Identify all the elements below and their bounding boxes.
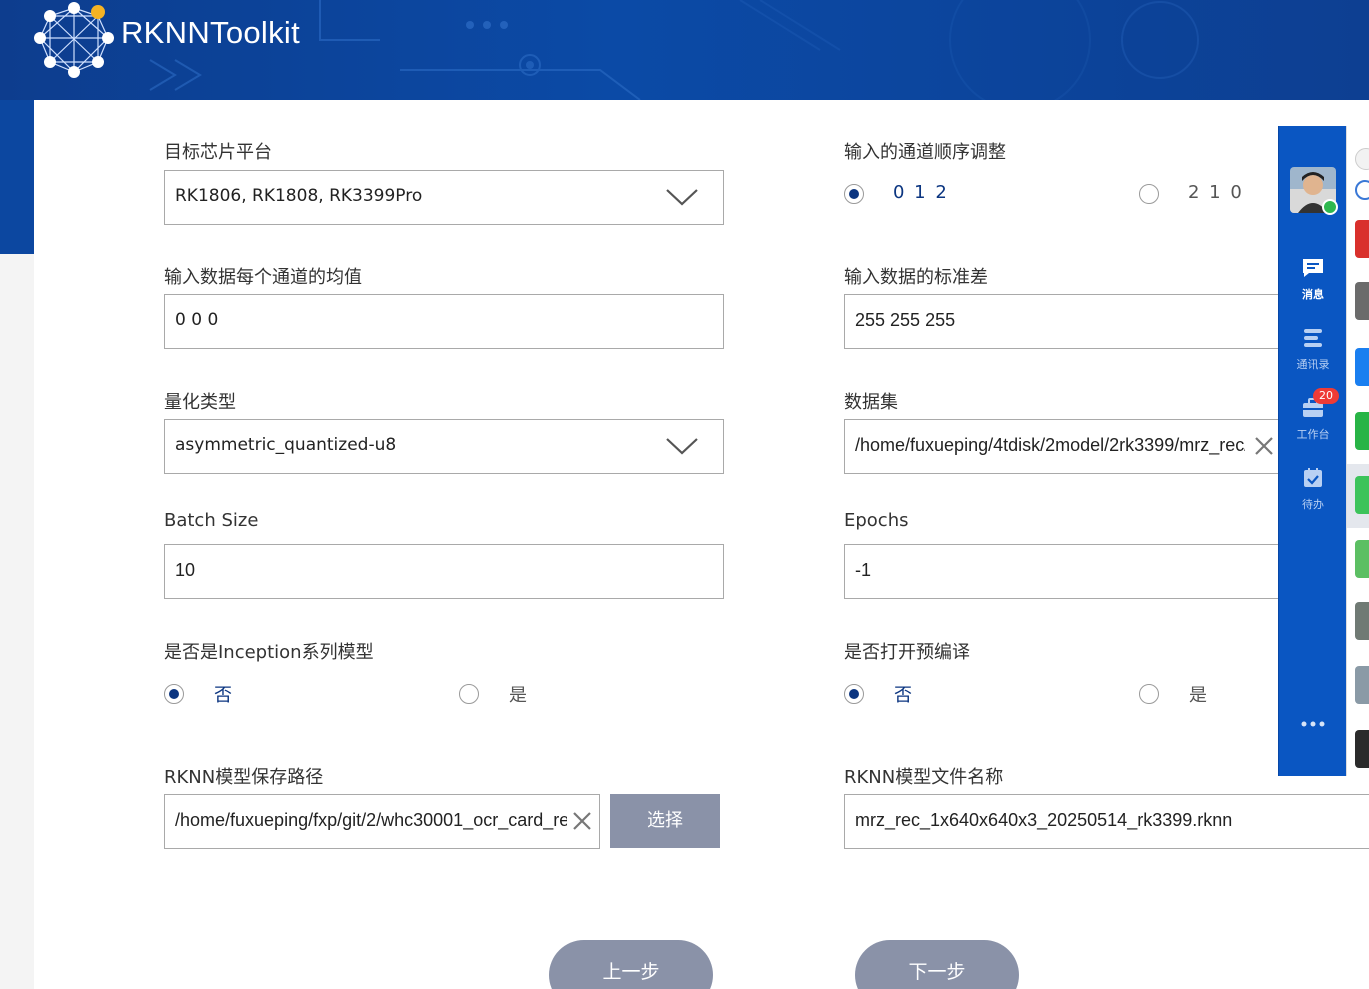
channel-order-option-012: 0 1 2 xyxy=(893,182,949,203)
select-path-button[interactable]: 选择 xyxy=(610,794,720,848)
channel-mean-value: 0 0 0 xyxy=(175,310,219,330)
app-header: RKNNToolkit xyxy=(0,0,1369,100)
left-blue-strip xyxy=(0,100,34,254)
chat-app-sidebar: 消息 通讯录 工作台 20 待办 xyxy=(1278,126,1346,776)
sidebar-item-messages[interactable]: 消息 xyxy=(1279,256,1347,302)
clear-icon[interactable] xyxy=(1253,435,1275,457)
target-platform-label: 目标芯片平台 xyxy=(164,142,272,163)
channel-order-radio-012[interactable] xyxy=(844,184,864,204)
inception-label: 是否是Inception系列模型 xyxy=(164,642,374,663)
chat-list-avatar[interactable] xyxy=(1355,602,1369,640)
model-name-label: RKNN模型文件名称 xyxy=(844,767,1004,788)
chevron-down-icon xyxy=(666,438,698,455)
chat-list-avatar[interactable] xyxy=(1355,476,1369,514)
prev-step-button[interactable]: 上一步 xyxy=(549,940,713,989)
std-label: 输入数据的标准差 xyxy=(844,267,988,288)
sidebar-item-label: 工作台 xyxy=(1296,428,1330,441)
channel-order-option-210: 2 1 0 xyxy=(1188,182,1244,203)
chat-list-avatar[interactable] xyxy=(1355,220,1369,258)
std-value: 255 255 255 xyxy=(855,310,956,330)
dataset-label: 数据集 xyxy=(844,392,898,413)
app-title: RKNNToolkit xyxy=(121,15,301,50)
precompile-option-yes: 是 xyxy=(1189,685,1207,706)
inception-option-yes: 是 xyxy=(509,685,527,706)
sidebar-item-label: 消息 xyxy=(1302,288,1324,301)
model-name-value: mrz_rec_1x640x640x3_20250514_rk3399.rknn xyxy=(855,810,1233,830)
chat-list-avatar[interactable] xyxy=(1355,412,1369,450)
sidebar-item-workbench[interactable]: 工作台 xyxy=(1279,396,1347,442)
next-step-button[interactable]: 下一步 xyxy=(855,940,1019,989)
quant-type-select[interactable]: asymmetric_quantized-u8 xyxy=(164,419,724,474)
precompile-radio-no[interactable] xyxy=(844,684,864,704)
chat-list-avatar[interactable] xyxy=(1355,666,1369,704)
chat-list-avatar[interactable] xyxy=(1355,730,1369,768)
online-status-icon xyxy=(1322,199,1338,215)
sidebar-item-todo[interactable]: 待办 xyxy=(1279,466,1347,512)
save-path-input[interactable]: /home/fuxueping/fxp/git/2/whc30001_ocr_c… xyxy=(164,794,600,849)
model-name-input[interactable]: mrz_rec_1x640x640x3_20250514_rk3399.rknn xyxy=(844,794,1369,849)
precompile-radio-yes[interactable] xyxy=(1139,684,1159,704)
chat-list-avatar[interactable] xyxy=(1355,348,1369,386)
sidebar-item-label: 待办 xyxy=(1302,498,1324,511)
todo-icon xyxy=(1304,468,1322,487)
save-path-label: RKNN模型保存路径 xyxy=(164,767,324,788)
workbench-badge: 20 xyxy=(1313,388,1339,404)
epochs-label: Epochs xyxy=(844,510,909,531)
quant-type-value: asymmetric_quantized-u8 xyxy=(175,435,397,455)
sidebar-item-contacts[interactable]: 通讯录 xyxy=(1279,326,1347,372)
target-platform-select[interactable]: RK1806, RK1808, RK3399Pro xyxy=(164,170,724,225)
inception-radio-yes[interactable] xyxy=(459,684,479,704)
precompile-option-no: 否 xyxy=(894,685,912,706)
quant-type-label: 量化类型 xyxy=(164,392,236,413)
chat-list-avatar[interactable] xyxy=(1355,540,1369,578)
channel-mean-label: 输入数据每个通道的均值 xyxy=(164,267,362,288)
rknn-logo xyxy=(34,2,114,78)
search-icon[interactable] xyxy=(1355,148,1369,170)
epochs-value: -1 xyxy=(855,560,872,580)
precompile-label: 是否打开预编译 xyxy=(844,642,970,663)
dataset-value: /home/fuxueping/4tdisk/2model/2rk3399/mr… xyxy=(855,435,1245,455)
batch-size-label: Batch Size xyxy=(164,510,259,531)
channel-order-radio-210[interactable] xyxy=(1139,184,1159,204)
clear-icon[interactable] xyxy=(571,810,593,832)
more-icon[interactable] xyxy=(1301,720,1325,728)
inception-radio-no[interactable] xyxy=(164,684,184,704)
contacts-icon xyxy=(1304,329,1322,347)
chevron-down-icon xyxy=(666,189,698,206)
config-form-panel: 目标芯片平台 RK1806, RK1808, RK3399Pro 输入的通道顺序… xyxy=(34,100,1369,989)
inception-option-no: 否 xyxy=(214,685,232,706)
target-platform-value: RK1806, RK1808, RK3399Pro xyxy=(175,186,423,206)
sidebar-item-label: 通讯录 xyxy=(1296,358,1330,371)
batch-size-value: 10 xyxy=(175,560,196,580)
message-icon xyxy=(1303,259,1323,277)
chat-list-avatar[interactable] xyxy=(1355,282,1369,320)
channel-order-label: 输入的通道顺序调整 xyxy=(844,142,1006,163)
chat-bubble-icon[interactable] xyxy=(1355,180,1369,200)
save-path-value: /home/fuxueping/fxp/git/2/whc30001_ocr_c… xyxy=(175,810,567,830)
batch-size-input[interactable]: 10 xyxy=(164,544,724,599)
channel-mean-input[interactable]: 0 0 0 xyxy=(164,294,724,349)
chat-list-panel xyxy=(1346,126,1369,776)
